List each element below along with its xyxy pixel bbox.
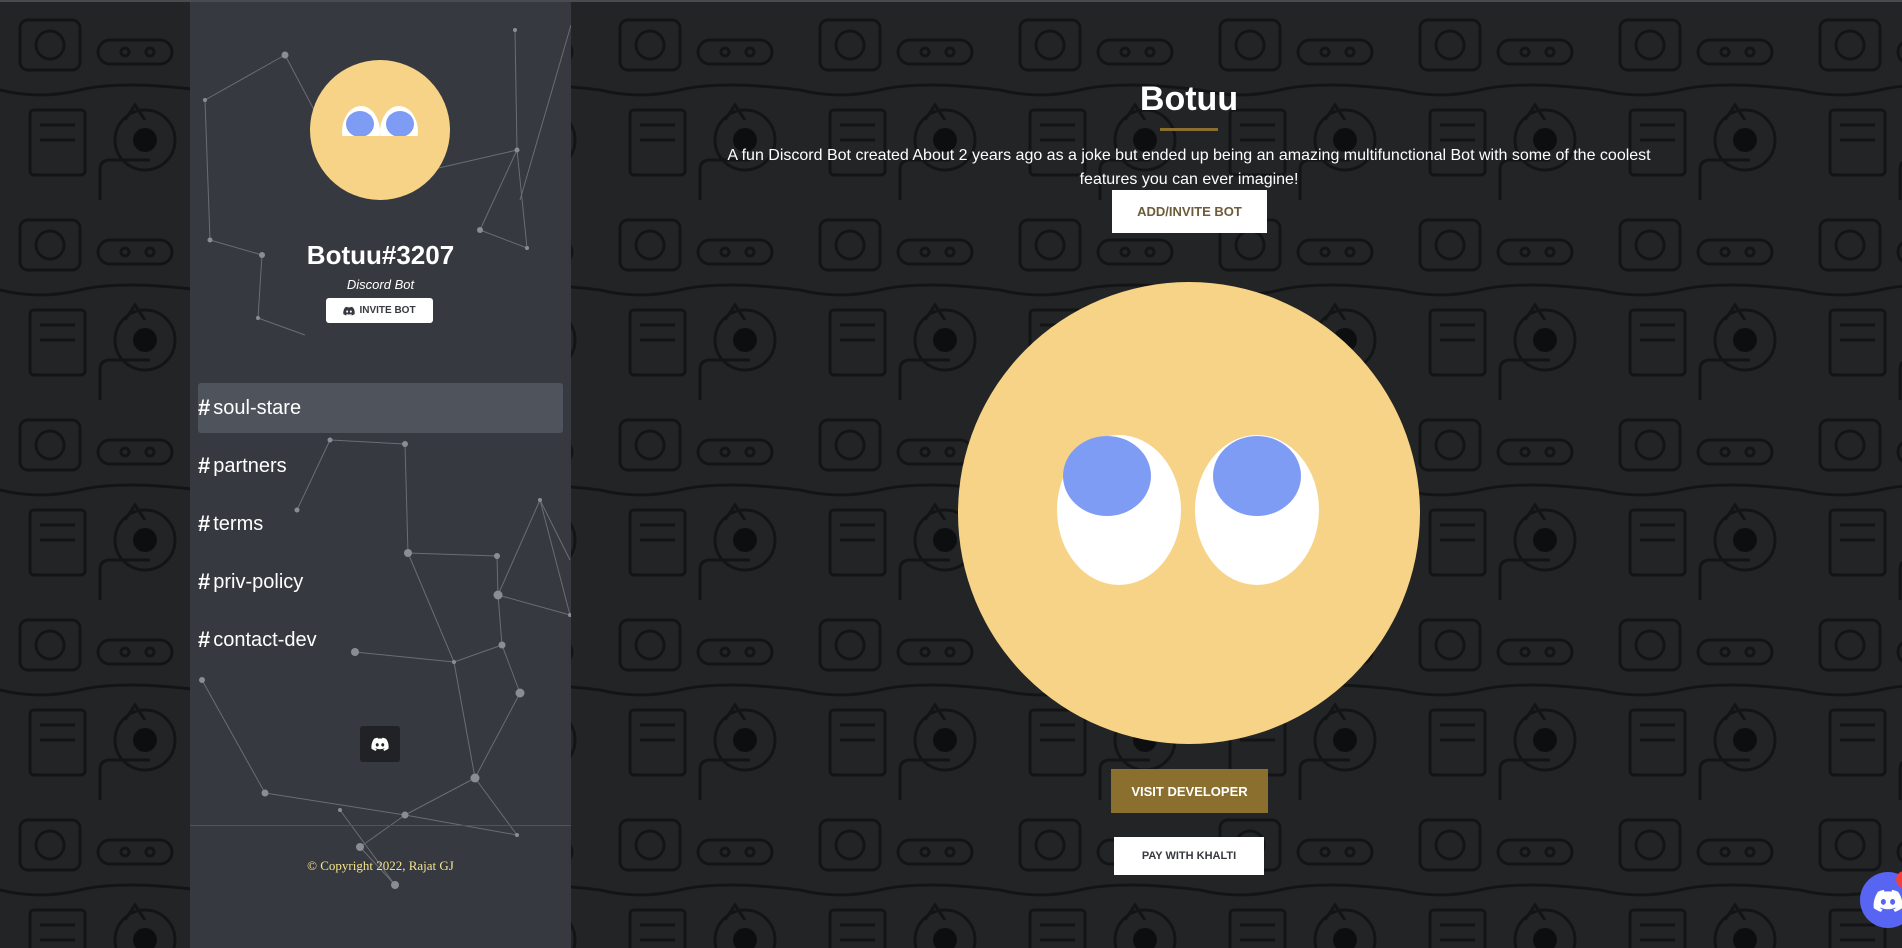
bot-name: Botuu#3207 <box>306 240 455 270</box>
nav-item-partners[interactable]: # partners <box>198 441 563 491</box>
sidebar-divider <box>190 825 571 826</box>
invite-bot-label: INVITE BOT <box>359 305 416 316</box>
channel-nav: # soul-stare # partners # terms # priv-p… <box>198 383 563 673</box>
pay-with-khalti-button[interactable]: PAY WITH KHALTI <box>1114 837 1264 875</box>
hash-icon: # <box>198 511 211 536</box>
notification-badge: 1 <box>1896 871 1902 888</box>
discord-icon <box>1873 889 1902 912</box>
bot-subtitle: Discord Bot <box>346 277 415 292</box>
nav-item-contact-dev[interactable]: # contact-dev <box>198 615 563 665</box>
nav-item-terms[interactable]: # terms <box>198 499 563 549</box>
hash-icon: # <box>198 569 211 594</box>
hash-icon: # <box>198 453 211 478</box>
nav-item-soul-stare[interactable]: # soul-stare <box>198 383 563 433</box>
nav-item-label: priv-policy <box>213 570 304 593</box>
bot-avatar <box>310 60 450 200</box>
discord-icon <box>371 737 389 751</box>
invite-bot-button[interactable]: INVITE BOT <box>326 298 433 323</box>
top-border <box>0 0 1902 2</box>
bot-description: A fun Discord Bot created About 2 years … <box>727 147 1651 188</box>
rolling-eyes-face-icon <box>330 106 430 176</box>
page-title: Botuu <box>1139 80 1239 118</box>
sidebar: Botuu#3207 Discord Bot INVITE BOT # soul… <box>190 0 571 948</box>
copyright-icon: © <box>307 858 318 873</box>
copyright-text: Copyright 2022, Rajat GJ <box>320 858 454 873</box>
copyright: © Copyright 2022, Rajat GJ <box>190 858 571 874</box>
visit-developer-button[interactable]: VISIT DEVELOPER <box>1111 769 1268 813</box>
nav-item-label: contact-dev <box>213 628 317 651</box>
title-underline <box>1160 128 1218 131</box>
hash-icon: # <box>198 627 211 652</box>
rolling-eyes-face-icon <box>1057 435 1319 585</box>
nav-item-label: terms <box>213 512 264 535</box>
hash-icon: # <box>198 395 211 420</box>
bot-avatar-large <box>958 282 1420 744</box>
nav-item-label: soul-stare <box>213 396 302 419</box>
main-content: Botuu A fun Discord Bot created About 2 … <box>571 0 1902 948</box>
discord-link-button[interactable] <box>360 726 400 762</box>
add-invite-bot-button[interactable]: ADD/INVITE BOT <box>1112 190 1267 233</box>
discord-icon <box>343 306 356 316</box>
nav-item-label: partners <box>213 454 287 477</box>
nav-item-priv-policy[interactable]: # priv-policy <box>198 557 563 607</box>
